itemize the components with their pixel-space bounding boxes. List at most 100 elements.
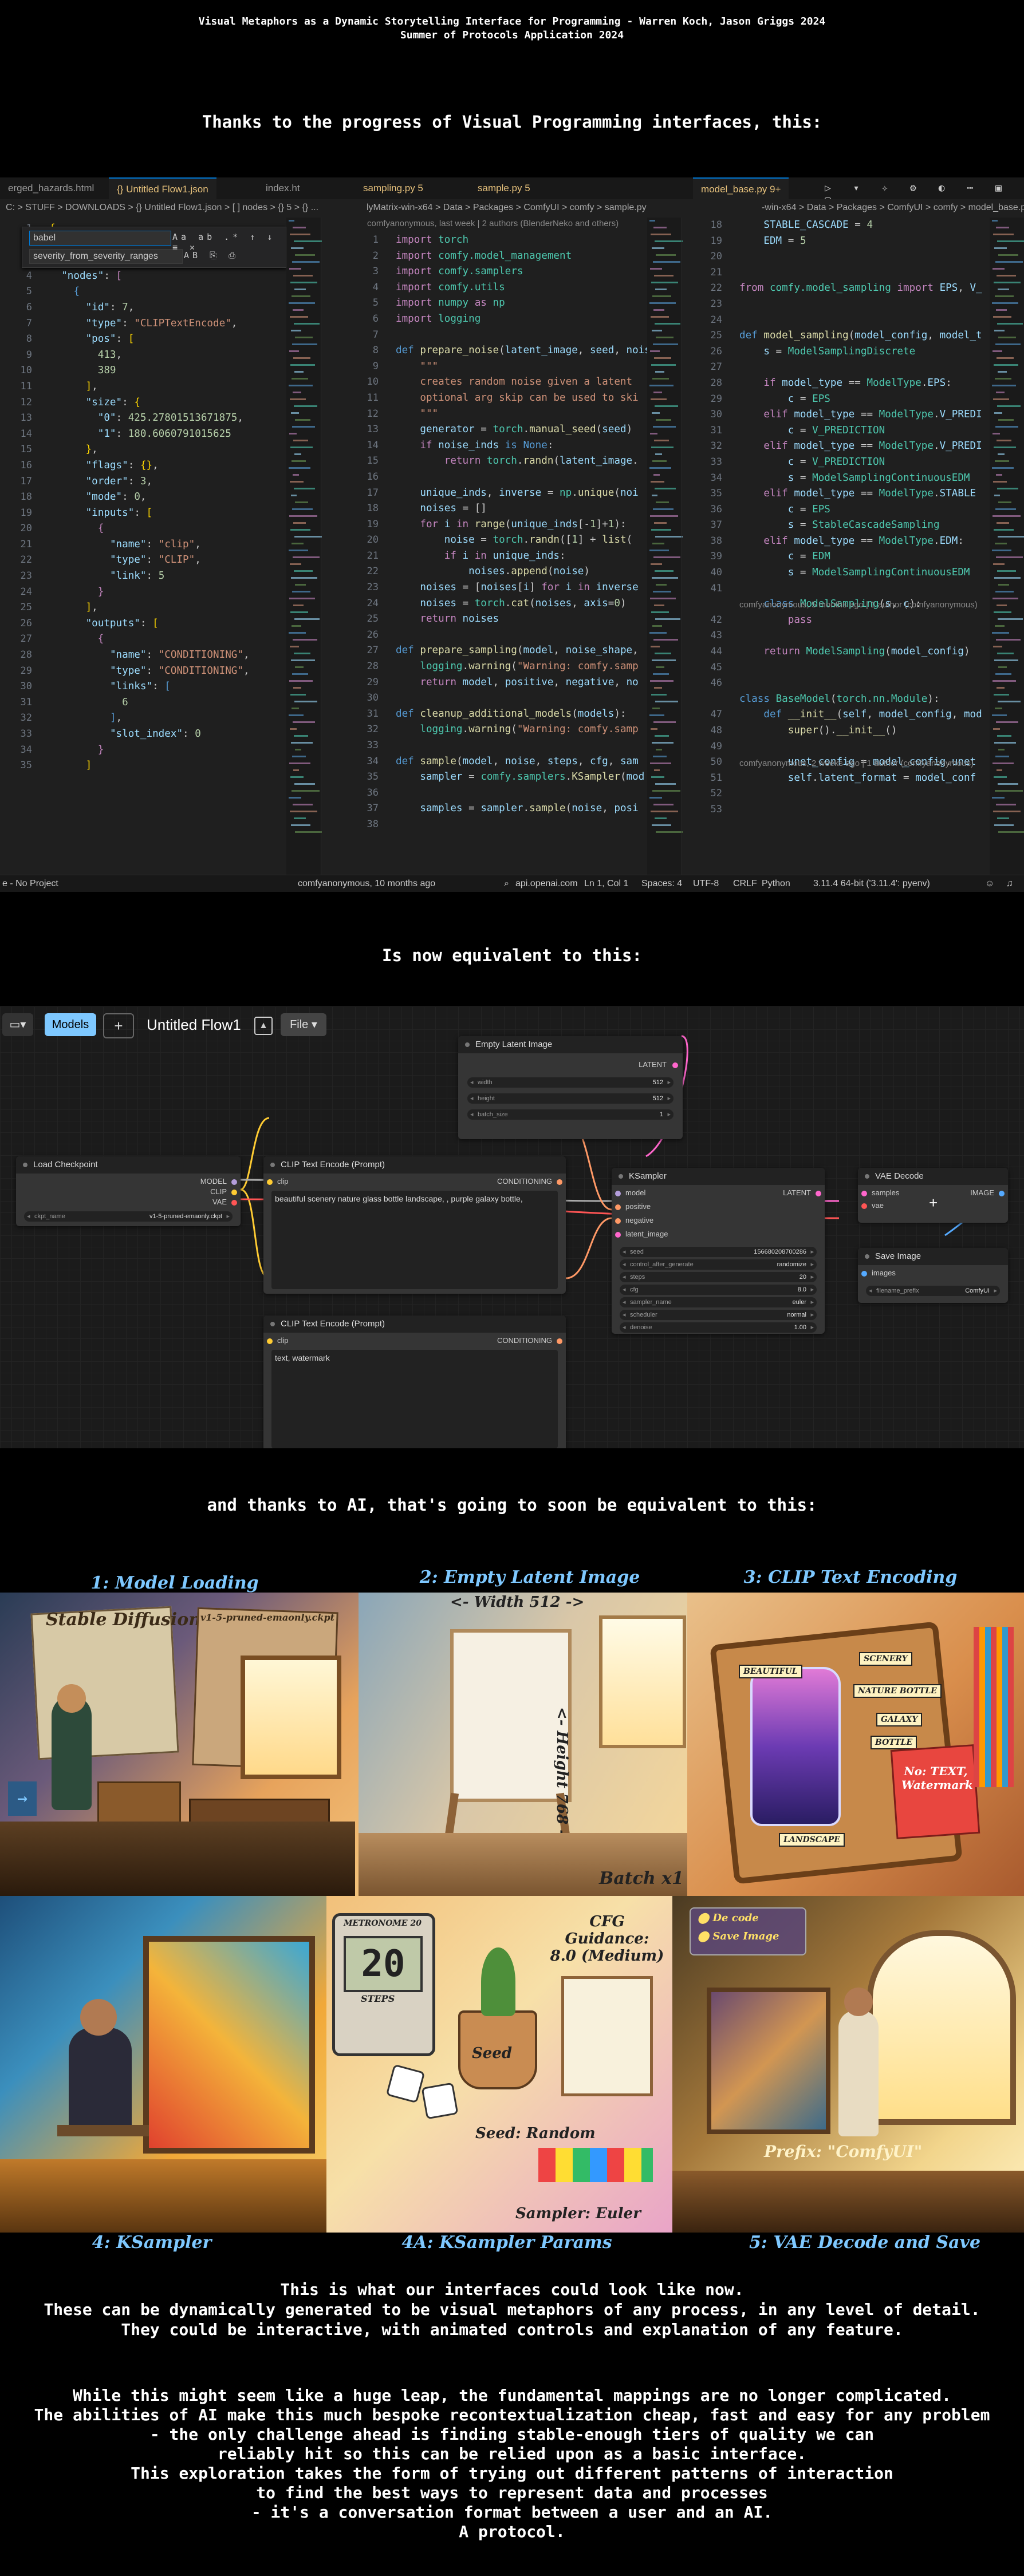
output-vae-dot[interactable]: [231, 1200, 237, 1206]
status-eol[interactable]: CRLF: [733, 875, 757, 892]
minimap-line: [290, 529, 310, 531]
add-button[interactable]: +: [103, 1013, 134, 1038]
minimap-line: [290, 364, 315, 366]
node-ksampler[interactable]: KSampler model positive negative latent_…: [612, 1168, 825, 1334]
footer-line: - it's a conversation format between a u…: [251, 2503, 773, 2522]
find-replace-widget[interactable]: babel severity_from_severity_ranges Aa a…: [22, 227, 286, 268]
replace-options-icons[interactable]: AB ⎘ ⎙: [184, 250, 239, 260]
tab-sampling[interactable]: sampling.py 5: [355, 177, 431, 199]
model-base-minimap[interactable]: [990, 218, 1024, 875]
input-clip-dot[interactable]: [267, 1338, 273, 1344]
minimap-line: [655, 618, 680, 620]
json-minimap[interactable]: [286, 218, 322, 875]
json-editor-pane[interactable]: 1234567891011121314151617181920212223242…: [0, 218, 321, 876]
sample-minimap[interactable]: [647, 218, 683, 875]
widget-height[interactable]: height512: [467, 1093, 674, 1104]
minimap-line: [289, 680, 313, 682]
output-conditioning-dot[interactable]: [557, 1338, 562, 1344]
status-project[interactable]: e - No Project: [2, 875, 58, 892]
output-conditioning-dot[interactable]: [557, 1179, 562, 1185]
minimap-line: [654, 440, 669, 441]
output-clip-dot[interactable]: [231, 1190, 237, 1195]
status-git-blame[interactable]: comfyanonymous, 10 months ago: [298, 875, 435, 892]
widget-steps[interactable]: steps20: [620, 1272, 817, 1282]
negative-prompt-textarea[interactable]: text, watermark: [271, 1350, 558, 1448]
footer-line: to find the best ways to represent data …: [256, 2483, 768, 2502]
tab-sample[interactable]: sample.py 5: [470, 177, 538, 199]
node-title[interactable]: Load Checkpoint: [16, 1156, 241, 1174]
minimap-line: [651, 694, 667, 696]
widget-control-after-generate[interactable]: control_after_generaterandomize: [620, 1259, 817, 1270]
widget-cfg[interactable]: cfg8.0: [620, 1285, 817, 1295]
node-vae-decode[interactable]: VAE Decode samples vae IMAGE +: [858, 1168, 1008, 1223]
node-clip-text-encode-negative[interactable]: CLIP Text Encode (Prompt) clip CONDITION…: [263, 1315, 566, 1448]
minimap-line: [292, 378, 308, 380]
minimap-line: [654, 769, 660, 771]
tab-merged-hazards[interactable]: erged_hazards.html: [0, 177, 102, 199]
tab-untitled-flow[interactable]: {} Untitled Flow1.json: [109, 177, 216, 200]
status-cursor-position[interactable]: Ln 1, Col 1: [584, 875, 628, 892]
output-latent-dot[interactable]: [672, 1062, 678, 1068]
widget-ckpt-name[interactable]: ckpt_namev1-5-pruned-emaonly.ckpt: [24, 1211, 233, 1222]
status-interpreter[interactable]: 3.11.4 64-bit ('3.11.4': pyenv): [813, 875, 930, 892]
minimap-line: [994, 447, 1016, 448]
json-code: { "last_node_id": 9, "last_link_id": 9, …: [49, 223, 250, 772]
output-latent-dot[interactable]: [816, 1191, 821, 1196]
node-title[interactable]: KSampler: [612, 1168, 825, 1185]
sample-py-pane[interactable]: comfyanonymous, last week | 2 authors (B…: [321, 218, 659, 876]
input-positive: positive: [625, 1202, 651, 1211]
input-images-dot[interactable]: [861, 1271, 867, 1277]
node-save-image[interactable]: Save Image images filename_prefixComfyUI: [858, 1248, 1008, 1303]
status-language[interactable]: Python: [762, 875, 790, 892]
input-samples-dot[interactable]: [861, 1191, 867, 1196]
widget-width[interactable]: width512: [467, 1077, 674, 1088]
status-search-icon[interactable]: ⌕: [504, 875, 509, 892]
minimap-line: [289, 268, 301, 270]
widget-scheduler[interactable]: schedulernormal: [620, 1310, 817, 1320]
tab-index[interactable]: index.ht: [258, 177, 308, 199]
flow-title[interactable]: Untitled Flow1: [147, 1013, 241, 1036]
output-model-dot[interactable]: [231, 1179, 237, 1185]
node-load-checkpoint[interactable]: Load Checkpoint MODEL CLIP VAE ckpt_name…: [16, 1156, 241, 1226]
minimap-line: [295, 831, 322, 833]
prompt-textarea[interactable]: beautiful scenery nature glass bottle la…: [271, 1191, 558, 1289]
input-vae-dot[interactable]: [861, 1203, 867, 1209]
output-latent: LATENT: [783, 1188, 811, 1197]
status-api[interactable]: api.openai.com: [515, 875, 578, 892]
minimap-line: [994, 247, 1007, 249]
input-positive-dot[interactable]: [615, 1204, 621, 1210]
node-title[interactable]: CLIP Text Encode (Prompt): [263, 1156, 566, 1174]
status-bell-icon[interactable]: ☺ ♫: [985, 875, 1018, 892]
output-image-dot[interactable]: [999, 1191, 1005, 1196]
input-negative-dot[interactable]: [615, 1218, 621, 1224]
replace-input[interactable]: severity_from_severity_ranges: [29, 249, 183, 264]
node-empty-latent-image[interactable]: Empty Latent Image LATENT width512 heigh…: [458, 1036, 683, 1139]
widget-batch-size[interactable]: batch_size1: [467, 1109, 674, 1120]
model-base-pane[interactable]: 18 19 20 21 22 23 24 25 26 27 28 29 30 31 32 33 34 35 36 37…: [682, 218, 1024, 876]
status-encoding[interactable]: UTF-8: [693, 875, 719, 892]
widget-filename-prefix[interactable]: filename_prefixComfyUI: [866, 1286, 1000, 1296]
input-clip-dot[interactable]: [267, 1179, 273, 1185]
label-prefix: Prefix: "ComfyUI": [764, 2142, 923, 2161]
input-model-dot[interactable]: [615, 1191, 621, 1196]
file-menu-button[interactable]: File ▾: [281, 1013, 326, 1036]
node-clip-text-encode-positive[interactable]: CLIP Text Encode (Prompt) clip CONDITION…: [263, 1156, 566, 1294]
widget-seed[interactable]: seed156680208700286: [620, 1247, 817, 1257]
minimap-line: [655, 735, 669, 737]
node-title[interactable]: Empty Latent Image: [458, 1036, 683, 1053]
image-icon[interactable]: ▲: [254, 1017, 273, 1035]
models-button[interactable]: Models: [45, 1013, 96, 1036]
tab-model-base[interactable]: model_base.py 9+: [693, 177, 789, 200]
comfyui-canvas[interactable]: ▭▾ Models + Untitled Flow1 ▲ File ▾ Empt…: [0, 1006, 1024, 1448]
find-options-icons[interactable]: Aa ab .* ↑ ↓ ≡ ✕: [172, 232, 286, 252]
minimap-line: [653, 227, 667, 228]
status-indent[interactable]: Spaces: 4: [641, 875, 682, 892]
find-input[interactable]: babel: [29, 231, 171, 246]
node-title[interactable]: CLIP Text Encode (Prompt): [263, 1315, 566, 1333]
widget-sampler-name[interactable]: sampler_nameeuler: [620, 1297, 817, 1307]
widget-denoise[interactable]: denoise1.00: [620, 1322, 817, 1333]
input-latent-dot[interactable]: [615, 1232, 621, 1238]
node-title[interactable]: Save Image: [858, 1248, 1008, 1265]
comfy-menu-icon[interactable]: ▭▾: [2, 1013, 33, 1036]
node-title[interactable]: VAE Decode: [858, 1168, 1008, 1185]
